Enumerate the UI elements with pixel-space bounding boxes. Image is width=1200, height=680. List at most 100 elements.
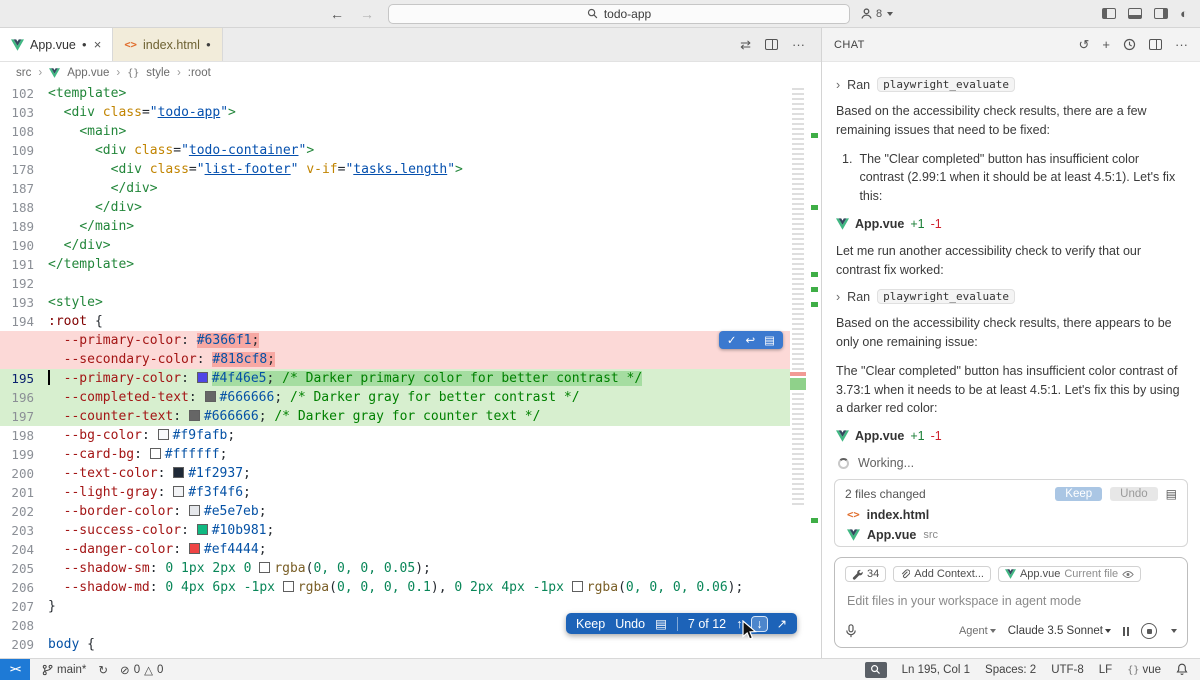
code-line[interactable]: 194:root { bbox=[0, 312, 790, 331]
toggle-panel-icon[interactable] bbox=[1128, 8, 1143, 19]
close-icon[interactable]: × bbox=[94, 37, 102, 52]
code-line[interactable]: 199 --card-bg: #ffffff; bbox=[0, 445, 790, 464]
color-swatch-icon[interactable] bbox=[259, 562, 271, 573]
encoding[interactable]: UTF-8 bbox=[1051, 664, 1084, 676]
chat-input-card[interactable]: 34 Add Context... App.vue Current file E… bbox=[834, 557, 1188, 648]
code-line[interactable]: 203 --success-color: #10b981; bbox=[0, 521, 790, 540]
code-line[interactable]: --primary-color: #6366f1; bbox=[0, 331, 790, 350]
line-number[interactable]: 178 bbox=[0, 160, 48, 179]
code-line[interactable]: 201 --light-gray: #f3f4f6; bbox=[0, 483, 790, 502]
line-number[interactable]: 209 bbox=[0, 635, 48, 654]
line-number[interactable]: 207 bbox=[0, 597, 48, 616]
remote-indicator[interactable]: >< bbox=[0, 659, 30, 680]
code-line[interactable]: 190 </div> bbox=[0, 236, 790, 255]
line-number[interactable]: 191 bbox=[0, 255, 48, 274]
mic-icon[interactable] bbox=[845, 624, 857, 638]
more-icon[interactable]: ··· bbox=[1175, 37, 1188, 52]
line-number[interactable]: 108 bbox=[0, 122, 48, 141]
color-swatch-icon[interactable] bbox=[188, 543, 200, 554]
color-swatch-icon[interactable] bbox=[188, 505, 200, 516]
problems-indicator[interactable]: ⊘ 0 △ 0 bbox=[120, 663, 163, 677]
diff-file-icon[interactable]: ▤ bbox=[655, 616, 667, 631]
indentation[interactable]: Spaces: 2 bbox=[985, 664, 1036, 676]
line-number[interactable]: 103 bbox=[0, 103, 48, 122]
line-number[interactable]: 200 bbox=[0, 464, 48, 483]
branch-indicator[interactable]: main* bbox=[42, 664, 86, 676]
breadcrumb-file[interactable]: App.vue bbox=[67, 67, 109, 79]
breadcrumb-selector[interactable]: :root bbox=[188, 67, 211, 79]
language-mode[interactable]: {} vue bbox=[1127, 664, 1161, 676]
line-number[interactable] bbox=[0, 350, 48, 369]
edited-file-chip[interactable]: App.vue +1 -1 bbox=[836, 217, 1186, 231]
code-line[interactable]: 204 --danger-color: #ef4444; bbox=[0, 540, 790, 559]
line-number[interactable]: 188 bbox=[0, 198, 48, 217]
code-line[interactable]: 206 --shadow-md: 0 4px 6px -1px rgba(0, … bbox=[0, 578, 790, 597]
undo-all-button[interactable]: Undo bbox=[1110, 487, 1158, 501]
code-line[interactable]: 109 <div class="todo-container"> bbox=[0, 141, 790, 160]
chat-input[interactable]: Edit files in your workspace in agent mo… bbox=[847, 594, 1175, 608]
color-swatch-icon[interactable] bbox=[149, 448, 161, 459]
line-number[interactable]: 190 bbox=[0, 236, 48, 255]
breadcrumb-section[interactable]: style bbox=[146, 67, 170, 79]
discard-change-icon[interactable]: ↩ bbox=[745, 333, 755, 347]
code-line[interactable]: 198 --bg-color: #f9fafb; bbox=[0, 426, 790, 445]
eol-indicator[interactable]: LF bbox=[1099, 664, 1112, 676]
code-line[interactable]: 200 --text-color: #1f2937; bbox=[0, 464, 790, 483]
code-line[interactable]: 103 <div class="todo-app"> bbox=[0, 103, 790, 122]
minimap[interactable] bbox=[790, 84, 808, 658]
line-number[interactable]: 192 bbox=[0, 274, 48, 293]
stop-button[interactable] bbox=[1141, 623, 1157, 639]
keep-all-button[interactable]: Keep bbox=[1055, 487, 1103, 501]
sync-button[interactable]: ↻ bbox=[98, 663, 108, 677]
nav-forward-icon[interactable]: → bbox=[360, 6, 374, 22]
overview-ruler[interactable] bbox=[808, 84, 821, 658]
line-number[interactable]: 109 bbox=[0, 141, 48, 160]
new-chat-icon[interactable]: + bbox=[1102, 37, 1110, 52]
code-editor[interactable]: 102 <template> 103 <div class="todo-app"> 1… bbox=[0, 84, 821, 658]
toggle-sidebar-icon[interactable] bbox=[1102, 8, 1117, 19]
code-line[interactable]: 102 <template> bbox=[0, 84, 790, 103]
edited-file-chip[interactable]: App.vue +1 -1 bbox=[836, 429, 1186, 443]
line-number[interactable]: 205 bbox=[0, 559, 48, 578]
breadcrumb-src[interactable]: src bbox=[16, 67, 31, 79]
line-number[interactable]: 206 bbox=[0, 578, 48, 597]
command-center-search[interactable]: todo-app bbox=[388, 3, 850, 24]
line-number[interactable]: 196 bbox=[0, 388, 48, 407]
undo-button[interactable]: Undo bbox=[615, 617, 645, 631]
code-line[interactable]: 189 </main> bbox=[0, 217, 790, 236]
line-number[interactable]: 202 bbox=[0, 502, 48, 521]
color-swatch-icon[interactable] bbox=[204, 391, 216, 402]
mode-picker[interactable]: Agent bbox=[959, 625, 996, 637]
nav-back-icon[interactable]: ← bbox=[330, 6, 344, 22]
changed-file-row[interactable]: <> index.html bbox=[835, 506, 1187, 526]
line-number[interactable]: 208 bbox=[0, 616, 48, 635]
color-swatch-icon[interactable] bbox=[196, 372, 208, 383]
code-line[interactable]: 202 --border-color: #e5e7eb; bbox=[0, 502, 790, 521]
code-line[interactable]: 192 bbox=[0, 274, 790, 293]
current-file-chip[interactable]: App.vue Current file bbox=[997, 566, 1142, 582]
code-line[interactable]: 209 body { bbox=[0, 635, 790, 654]
line-number[interactable]: 204 bbox=[0, 540, 48, 559]
line-number[interactable]: 195 bbox=[0, 369, 48, 388]
code-line[interactable]: 191 </template> bbox=[0, 255, 790, 274]
line-number[interactable]: 194 bbox=[0, 312, 48, 331]
code-line[interactable]: 193 <style> bbox=[0, 293, 790, 312]
line-number[interactable]: 187 bbox=[0, 179, 48, 198]
color-swatch-icon[interactable] bbox=[571, 581, 583, 592]
code-line[interactable]: 178 <div class="list-footer" v-if="tasks… bbox=[0, 160, 790, 179]
tab-app-vue[interactable]: App.vue ● × bbox=[0, 28, 114, 61]
bell-icon[interactable] bbox=[1176, 663, 1188, 676]
color-swatch-icon[interactable] bbox=[282, 581, 294, 592]
changed-file-row[interactable]: App.vue src bbox=[835, 526, 1187, 546]
line-number[interactable]: 201 bbox=[0, 483, 48, 502]
toggle-secondary-sidebar-icon[interactable] bbox=[1154, 8, 1169, 19]
code-line[interactable]: --secondary-color: #818cf8; bbox=[0, 350, 790, 369]
keep-button[interactable]: Keep bbox=[576, 617, 605, 631]
customize-layout-icon[interactable]: ◐ bbox=[1180, 6, 1188, 21]
add-context-button[interactable]: Add Context... bbox=[893, 566, 991, 582]
chevron-down-icon[interactable] bbox=[1171, 629, 1177, 633]
line-number[interactable]: 199 bbox=[0, 445, 48, 464]
view-diff-icon[interactable]: ▤ bbox=[1166, 487, 1177, 501]
color-swatch-icon[interactable] bbox=[196, 524, 208, 535]
open-in-editor-icon[interactable] bbox=[1149, 39, 1162, 50]
